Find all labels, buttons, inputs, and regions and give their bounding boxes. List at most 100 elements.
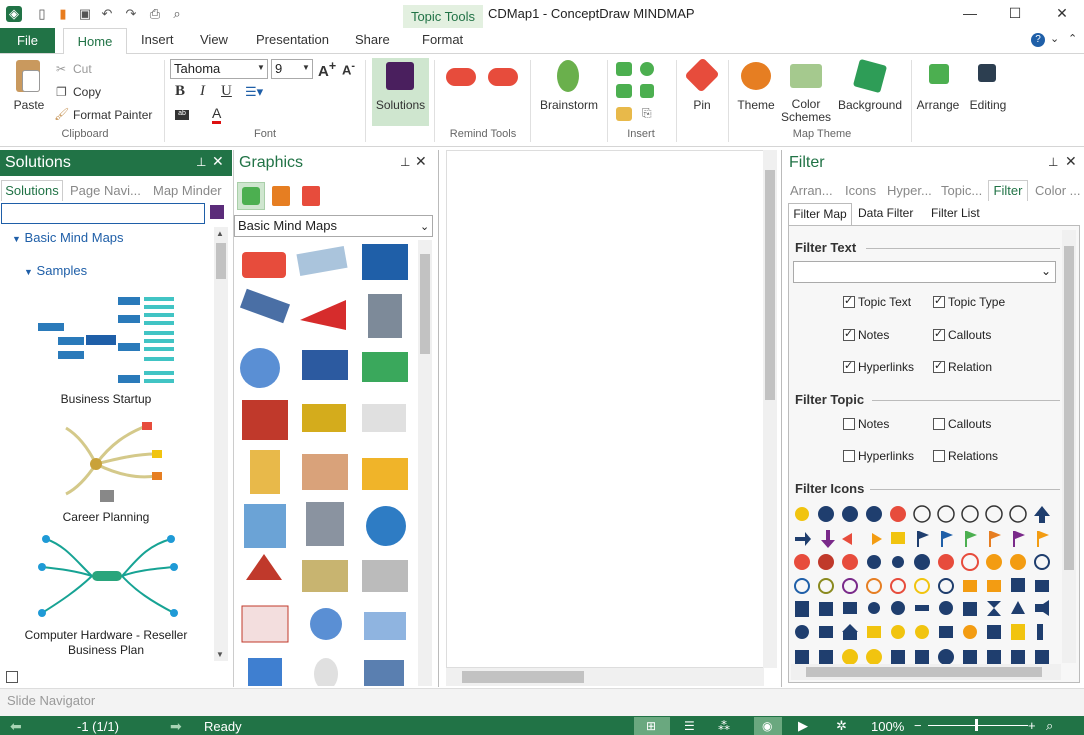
checkbox[interactable] (933, 294, 945, 308)
scrollbar-thumb[interactable] (216, 243, 226, 279)
zoom-slider-handle[interactable] (975, 719, 978, 731)
checkbox-topic-relations[interactable]: Relations (933, 449, 998, 463)
font-color-icon[interactable]: A (212, 105, 222, 124)
checkbox[interactable] (843, 294, 855, 308)
pin-panel-icon[interactable]: ⊥ (400, 155, 410, 169)
checkbox[interactable] (843, 359, 855, 373)
pin-panel-icon[interactable]: ⊥ (196, 155, 206, 169)
tab-filter[interactable]: Filter (988, 180, 1028, 201)
solutions-scrollbar[interactable] (214, 227, 228, 661)
pin-panel-icon[interactable]: ⊥ (1048, 155, 1058, 169)
zoom-slider-track[interactable] (928, 725, 1028, 726)
tree-item-samples[interactable]: ▼ Samples (24, 263, 87, 278)
tab-page-navigator[interactable]: Page Navi... (70, 183, 141, 198)
zoom-out-icon[interactable]: − (914, 718, 922, 733)
tab-topic[interactable]: Topic... (941, 183, 982, 198)
subtab-data-filter[interactable]: Data Filter (858, 206, 913, 220)
checkbox-topic-type[interactable]: Topic Type (933, 294, 1005, 309)
topic-tools-context-tab[interactable]: Topic Tools (403, 5, 483, 29)
solutions-search-icon[interactable] (210, 205, 224, 219)
next-page-icon[interactable]: ➡ (170, 718, 182, 735)
theme-button[interactable]: Theme (734, 98, 778, 112)
save-icon[interactable]: ▣ (77, 6, 93, 22)
align-icon[interactable]: ☰▾ (245, 84, 263, 100)
checkbox[interactable] (933, 418, 945, 430)
checkbox-topic-notes[interactable]: Notes (843, 417, 889, 431)
checkbox[interactable] (843, 327, 855, 341)
font-name-select[interactable]: Tahoma (170, 59, 268, 79)
graphics-library-select[interactable]: Basic Mind Maps (234, 215, 433, 237)
underline-icon[interactable]: U (221, 83, 232, 100)
scrollbar-thumb[interactable] (1064, 246, 1074, 570)
slide-navigator-label[interactable]: Slide Navigator (7, 693, 95, 708)
tab-presentation[interactable]: Presentation (256, 32, 329, 47)
checkbox[interactable] (843, 450, 855, 462)
redo-icon[interactable]: ↷ (123, 6, 139, 22)
scrollbar-thumb[interactable] (462, 671, 584, 683)
subtab-filter-list[interactable]: Filter List (931, 206, 980, 220)
background-button[interactable]: Background (834, 98, 906, 112)
note-icon[interactable] (616, 107, 632, 121)
fit-to-window-icon[interactable]: ⌕ (1046, 718, 1053, 734)
help-icon[interactable]: ? (1031, 33, 1045, 47)
close-panel-icon[interactable]: ✕ (212, 153, 224, 170)
cut-button[interactable]: Cut (73, 62, 92, 76)
tab-hyperlinks[interactable]: Hyper... (887, 183, 932, 198)
scroll-up-icon[interactable]: ▲ (216, 229, 224, 238)
tab-format[interactable]: Format (422, 32, 463, 47)
bold-icon[interactable]: B (175, 83, 185, 100)
map-canvas[interactable] (446, 150, 764, 668)
open-icon[interactable]: ▮ (55, 6, 71, 22)
undo-icon[interactable]: ↶ (99, 6, 115, 22)
checkbox-topic-callouts[interactable]: Callouts (933, 417, 991, 431)
tree-view-icon[interactable]: ⁂ (718, 719, 730, 733)
color-schemes-button[interactable]: Color Schemes (778, 98, 834, 124)
tab-share[interactable]: Share (355, 32, 390, 47)
highlight-icon[interactable]: ab (175, 110, 189, 120)
checkbox[interactable] (843, 418, 855, 430)
checkbox[interactable] (933, 450, 945, 462)
close-panel-icon[interactable]: ✕ (415, 153, 427, 170)
tree-item-basic-mind-maps[interactable]: ▼ Basic Mind Maps (12, 230, 124, 245)
scrollbar-thumb[interactable] (765, 170, 775, 400)
arrange-button[interactable]: Arrange (914, 98, 962, 112)
paste-button[interactable]: Paste (12, 98, 46, 112)
close-panel-icon[interactable]: ✕ (1065, 153, 1077, 170)
checkbox-hyperlinks[interactable]: Hyperlinks (843, 359, 914, 374)
add-callout-icon[interactable] (616, 84, 632, 98)
minimize-button[interactable]: — (956, 3, 984, 23)
subtab-filter-map[interactable]: Filter Map (788, 203, 852, 225)
maximize-button[interactable]: ☐ (1001, 3, 1029, 23)
tab-solutions[interactable]: Solutions (1, 180, 63, 201)
settings-icon[interactable]: ✲ (836, 718, 847, 734)
previous-page-icon[interactable]: ⬅ (10, 718, 22, 735)
format-painter-button[interactable]: Format Painter (73, 108, 152, 122)
scrollbar-thumb[interactable] (806, 667, 1042, 677)
checkbox-notes[interactable]: Notes (843, 327, 889, 342)
thumbnail-business-startup[interactable] (34, 295, 178, 389)
zoom-in-icon[interactable]: + (1028, 718, 1036, 733)
checkbox-topic-text[interactable]: Topic Text (843, 294, 911, 309)
checkbox-topic-hyperlinks[interactable]: Hyperlinks (843, 449, 914, 463)
file-menu-button[interactable]: File (0, 28, 55, 53)
pin-button[interactable]: Pin (684, 98, 720, 112)
tab-insert[interactable]: Insert (141, 32, 174, 47)
thumbnail-computer-hardware[interactable] (36, 531, 178, 623)
collapse-ribbon-icon[interactable]: ⌃ (1068, 32, 1077, 45)
shrink-font-icon[interactable]: A- (342, 60, 355, 77)
copy-button[interactable]: Copy (73, 85, 101, 99)
attachment-icon[interactable]: ⎘ (642, 106, 652, 121)
scrollbar-thumb[interactable] (420, 254, 430, 354)
icons-library-icon[interactable] (302, 186, 320, 206)
tab-icons[interactable]: Icons (845, 183, 876, 198)
dropdown-chevron-icon[interactable]: ⌄ (1050, 32, 1059, 45)
scroll-down-icon[interactable]: ▼ (216, 650, 224, 659)
tab-map-minder[interactable]: Map Minder (153, 183, 222, 198)
tab-view[interactable]: View (200, 32, 228, 47)
panel-checkbox[interactable] (6, 671, 18, 683)
play-icon[interactable]: ▶ (798, 718, 808, 734)
add-subtopic-icon[interactable] (640, 62, 654, 76)
images-icon[interactable] (272, 186, 290, 206)
add-topic-icon[interactable] (616, 62, 632, 76)
checkbox-relation[interactable]: Relation (933, 359, 992, 374)
